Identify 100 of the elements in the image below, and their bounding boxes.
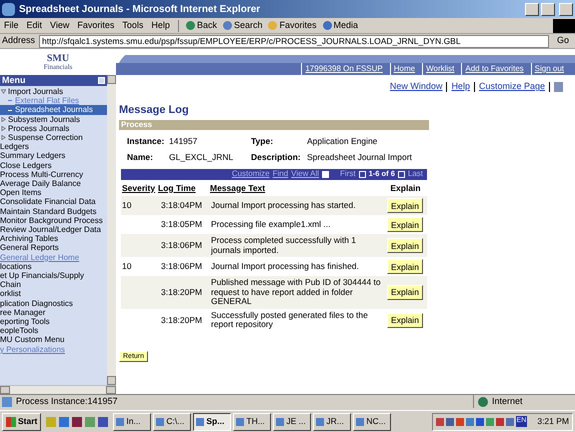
header-link[interactable]: Add to Favorites: [461, 63, 527, 75]
menu-item[interactable]: orklist: [0, 289, 107, 299]
taskbar-button[interactable]: Sp...: [193, 412, 232, 430]
menu-item[interactable]: Average Daily Balance: [0, 179, 107, 188]
table-cell: Published message with Pub ID of 304444 to request to have report added in folder GENERAL: [211, 277, 381, 306]
page-link[interactable]: New Window: [390, 80, 442, 94]
explain-button[interactable]: Explain: [387, 259, 423, 274]
window-title: Spreadsheet Journals - Microsoft Internet Explorer: [19, 2, 260, 16]
close-icon[interactable]: [559, 2, 573, 16]
header-link[interactable]: Home: [390, 63, 418, 75]
field-label: Description:: [251, 150, 302, 164]
menu-folder[interactable]: Suspense Correction: [8, 133, 84, 142]
page-title: Message Log: [119, 102, 190, 118]
explain-button[interactable]: Explain: [387, 238, 423, 254]
menu-bar-item[interactable]: Tools: [118, 18, 148, 32]
quick-launch-icon[interactable]: [72, 416, 82, 426]
grid-link[interactable]: View All: [291, 168, 320, 180]
menu-item[interactable]: locations: [0, 262, 107, 272]
menu-item[interactable]: plication Diagnostics: [0, 298, 107, 308]
header-link[interactable]: Sign out: [530, 63, 567, 75]
page-link[interactable]: Customize Page: [478, 80, 545, 94]
header-link[interactable]: 17996398 On FSSUP: [301, 63, 386, 75]
menu-item[interactable]: Close Ledgers: [0, 160, 107, 170]
column-header[interactable]: Log Time: [157, 182, 209, 194]
grid-icon: [322, 170, 330, 178]
grid-link[interactable]: Customize: [232, 168, 270, 180]
status-text: Process Instance:141957: [16, 394, 118, 408]
toolbar-button[interactable]: Search: [220, 18, 266, 32]
menu-item[interactable]: Ledgers: [0, 142, 107, 152]
menu-item[interactable]: Open Items: [0, 188, 107, 198]
menu-item[interactable]: Summary Ledgers: [0, 151, 107, 161]
taskbar-button[interactable]: JE ...: [273, 412, 312, 430]
menu-bar-item[interactable]: Favorites: [73, 18, 118, 32]
quick-launch-icon[interactable]: [98, 416, 108, 426]
menu-item[interactable]: Review Journal/Ledger Data: [0, 225, 107, 234]
page-icon: [2, 396, 12, 406]
menu-item[interactable]: MU Custom Menu: [0, 335, 107, 345]
header-link[interactable]: Worklist: [422, 63, 458, 75]
address-label: Address: [2, 34, 36, 48]
column-header[interactable]: Explain: [383, 182, 427, 194]
taskbar-button[interactable]: C:\...: [153, 412, 192, 430]
last-link[interactable]: Last: [408, 168, 423, 180]
menu-bar-item[interactable]: Help: [147, 18, 174, 32]
vertical-scrollbar[interactable]: [107, 75, 116, 385]
table-cell: 3:18:05PM: [161, 219, 202, 229]
table-cell: Journal Import processing has started.: [211, 200, 356, 210]
table-cell: Journal Import processing has finished.: [211, 261, 359, 271]
submenu-link[interactable]: Spreadsheet Journals: [0, 105, 107, 115]
minimize-icon[interactable]: [525, 2, 539, 16]
table-cell: 3:18:06PM: [161, 261, 202, 271]
print-icon: [554, 82, 563, 92]
start-button[interactable]: Start: [2, 412, 42, 430]
restore-icon[interactable]: [541, 2, 555, 16]
table-cell: 10: [122, 200, 132, 210]
field-label: Instance:: [127, 135, 166, 148]
menu-bar-item[interactable]: File: [0, 18, 23, 32]
explain-button[interactable]: Explain: [387, 217, 423, 232]
toolbar-button[interactable]: Back: [182, 18, 220, 32]
taskbar-button[interactable]: JR...: [313, 412, 352, 430]
explain-button[interactable]: Explain: [387, 312, 423, 328]
menu-item[interactable]: Archiving Tables: [0, 234, 107, 244]
table-cell: 3:18:04PM: [161, 200, 202, 210]
field-value: Spreadsheet Journal Import: [307, 150, 413, 164]
menu-folder[interactable]: Import Journals: [8, 87, 64, 96]
menu-item[interactable]: Monitor Background Process: [0, 216, 107, 226]
clock: 3:21 PM: [537, 415, 569, 428]
column-header[interactable]: Severity: [121, 182, 157, 194]
previous-icon: [358, 170, 366, 178]
menu-bar-item[interactable]: View: [46, 18, 74, 32]
menu-item[interactable]: Consolidate Financial Data: [0, 197, 107, 207]
table-cell: 3:18:20PM: [161, 286, 202, 297]
menu-item[interactable]: Process Multi-Currency: [0, 170, 107, 180]
menu-item[interactable]: eporting Tools: [0, 317, 107, 326]
table-cell: 10: [122, 261, 132, 271]
menu-folder[interactable]: Subsystem Journals: [8, 114, 82, 124]
first-link[interactable]: First: [340, 168, 356, 180]
menu-item[interactable]: eopleTools: [0, 326, 107, 336]
table-cell: 3:18:06PM: [161, 240, 202, 250]
taskbar-button[interactable]: NC...: [353, 412, 392, 430]
quick-launch-icon[interactable]: [59, 416, 70, 426]
menu-item[interactable]: ree Manager: [0, 308, 107, 318]
taskbar-button[interactable]: TH...: [233, 412, 272, 430]
explain-button[interactable]: Explain: [387, 285, 423, 300]
taskbar-button[interactable]: In...: [113, 412, 152, 430]
toolbar-button[interactable]: Favorites: [265, 18, 320, 32]
menu-folder[interactable]: Process Journals: [8, 124, 70, 134]
explain-button[interactable]: Explain: [387, 198, 423, 214]
address-field[interactable]: http://sfqalc1.systems.smu.edu/psp/fssup/EMPLOYEE/ERP/c/PROCESS_JOURNALS.LOAD_JRNL_DYN.GBL: [39, 34, 549, 48]
toolbar-button[interactable]: Media: [320, 18, 362, 32]
logo-text: SMU: [46, 54, 70, 64]
menu-item[interactable]: General Reports: [0, 243, 107, 253]
column-header[interactable]: Message Text: [209, 182, 383, 194]
menu-bar-item[interactable]: Edit: [22, 18, 46, 32]
grid-link[interactable]: Find: [272, 168, 288, 180]
page-link[interactable]: Help: [451, 80, 470, 94]
menu-item[interactable]: Maintain Standard Budgets: [0, 206, 107, 216]
horizontal-scrollbar[interactable]: [0, 385, 116, 394]
table-cell: Process completed successfully with 1 journals imported.: [211, 235, 356, 255]
field-label: Type:: [251, 135, 274, 148]
go-button[interactable]: Go: [552, 34, 573, 48]
